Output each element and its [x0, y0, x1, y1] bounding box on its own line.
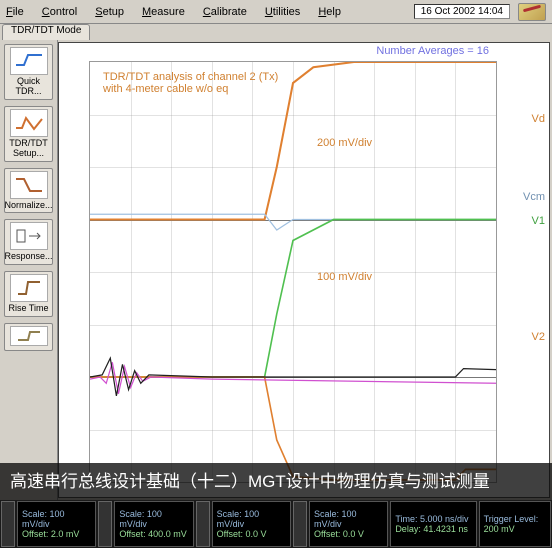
status-bar: Scale: 100 mV/divOffset: 2.0 mV Scale: 1… [0, 500, 552, 548]
scale-lower: 100 mV/div [317, 271, 372, 283]
normalize-icon [10, 171, 48, 199]
averages-label: Number Averages = 16 [376, 45, 489, 57]
status-ch2[interactable]: Scale: 100 mV/divOffset: 400.0 mV [114, 501, 193, 547]
tool-tdr-tdt-setup[interactable]: TDR/TDT Setup... [4, 106, 53, 162]
tab-tdr-tdt[interactable]: TDR/TDT Mode [2, 24, 90, 40]
menu-measure[interactable]: Measure [142, 6, 185, 18]
quick-tdr-icon [10, 47, 48, 75]
status-ch3[interactable]: Scale: 100 mV/divOffset: 0.0 V [212, 501, 291, 547]
tdr-setup-icon [10, 109, 48, 137]
menu-utilities[interactable]: Utilities [265, 6, 300, 18]
menu-help[interactable]: Help [318, 6, 341, 18]
tab-row: TDR/TDT Mode [0, 24, 552, 40]
scale-upper: 200 mV/div [317, 137, 372, 149]
caption-overlay: 高速串行总线设计基础（十二）MGT设计中物理仿真与测试测量 [0, 463, 552, 501]
extra-icon [10, 326, 48, 346]
channel-chip-3[interactable] [196, 501, 210, 547]
channel-chip-1[interactable] [1, 501, 15, 547]
menu-setup[interactable]: Setup [95, 6, 124, 18]
tool-sidebar: Quick TDR... TDR/TDT Setup... Normalize.… [0, 40, 58, 500]
label-v2: V2 [532, 331, 545, 343]
status-ch1[interactable]: Scale: 100 mV/divOffset: 2.0 mV [17, 501, 96, 547]
menu-calibrate[interactable]: Calibrate [203, 6, 247, 18]
rise-time-icon [10, 274, 48, 302]
caption-text: 高速串行总线设计基础（十二）MGT设计中物理仿真与测试测量 [10, 472, 490, 491]
status-ch4[interactable]: Scale: 100 mV/divOffset: 0.0 V [309, 501, 388, 547]
status-time[interactable]: Time: 5.000 ns/divDelay: 41.4231 ns [390, 501, 476, 547]
tool-normalize[interactable]: Normalize... [4, 168, 53, 214]
tool-response[interactable]: Response... [4, 219, 53, 265]
label-vd: Vd [532, 113, 545, 125]
tool-extra[interactable] [4, 323, 53, 351]
menubar: File Control Setup Measure Calibrate Uti… [0, 0, 552, 24]
menu-control[interactable]: Control [42, 6, 77, 18]
main-area: Quick TDR... TDR/TDT Setup... Normalize.… [0, 40, 552, 500]
plot-annotation: TDR/TDT analysis of channel 2 (Tx) with … [103, 71, 278, 95]
status-trigger[interactable]: Trigger Level:200 mV [479, 501, 551, 547]
label-vcm: Vcm [523, 191, 545, 203]
tool-quick-tdr[interactable]: Quick TDR... [4, 44, 53, 100]
oscilloscope-plot[interactable]: Number Averages = 16 TDR/TDT analysis of… [58, 42, 550, 498]
channel-chip-4[interactable] [293, 501, 307, 547]
plot-grid [89, 61, 497, 483]
label-v1: V1 [532, 215, 545, 227]
response-icon [10, 222, 48, 250]
channel-chip-2[interactable] [98, 501, 112, 547]
trace-canvas [90, 62, 496, 482]
menu-file[interactable]: File [6, 6, 24, 18]
datetime-display: 16 Oct 2002 14:04 [414, 4, 510, 19]
tool-rise-time[interactable]: Rise Time [4, 271, 53, 317]
brand-logo-icon [518, 3, 546, 21]
